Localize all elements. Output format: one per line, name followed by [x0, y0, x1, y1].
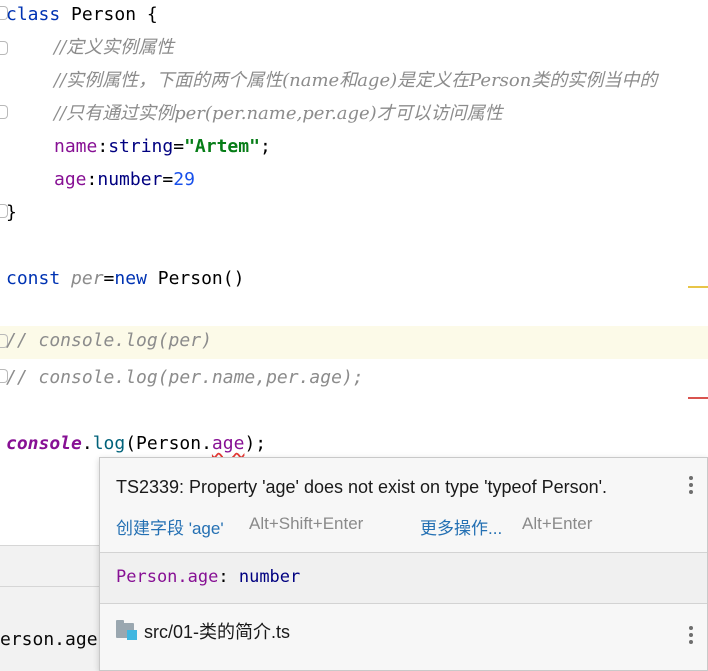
code-line-9[interactable]: const per=new Person() — [0, 264, 708, 297]
code-line-1[interactable]: class Person { — [0, 0, 708, 33]
create-field-action[interactable]: 创建字段 'age' — [116, 514, 224, 539]
code-line-12[interactable]: // console.log(per.name,per.age); — [0, 363, 708, 396]
code-line-5[interactable]: name:string="Artem"; — [0, 132, 708, 165]
more-actions-shortcut: Alt+Enter — [522, 514, 593, 533]
fold-marker-icon[interactable] — [0, 105, 8, 119]
popup-file-section: src/01-类的简介.ts — [100, 604, 707, 670]
type-signature: Person.age: number — [116, 567, 301, 587]
code-line-11[interactable]: // console.log(per) — [0, 326, 708, 359]
popup-signature-section: Person.age: number — [100, 553, 707, 603]
more-vert-icon[interactable] — [689, 626, 693, 647]
code-line-4[interactable]: //只有通过实例per(per.name,per.age)才可以访问属性 — [0, 99, 708, 132]
create-field-shortcut: Alt+Shift+Enter — [249, 514, 364, 533]
code-line-3[interactable]: //实例属性，下面的两个属性(name和age)是定义在Person类的实例当中… — [0, 66, 708, 99]
error-stripe-marker[interactable] — [688, 397, 708, 399]
ts-file-icon — [116, 620, 138, 640]
bottom-panel-code: erson.age) — [0, 629, 109, 650]
code-line-7[interactable]: } — [0, 198, 708, 231]
error-message: TS2339: Property 'age' does not exist on… — [116, 477, 608, 497]
warning-stripe-marker[interactable] — [688, 286, 708, 288]
error-tooltip-popup: TS2339: Property 'age' does not exist on… — [99, 457, 708, 671]
popup-error-section: TS2339: Property 'age' does not exist on… — [100, 458, 707, 552]
code-line-2[interactable]: //定义实例属性 — [0, 33, 708, 66]
fold-marker-icon[interactable] — [0, 41, 8, 55]
more-vert-icon[interactable] — [689, 476, 693, 497]
file-path-link[interactable]: src/01-类的简介.ts — [144, 618, 290, 644]
code-line-6[interactable]: age:number=29 — [0, 165, 708, 198]
error-token[interactable]: age — [212, 433, 245, 454]
more-actions-link[interactable]: 更多操作... — [420, 514, 502, 539]
